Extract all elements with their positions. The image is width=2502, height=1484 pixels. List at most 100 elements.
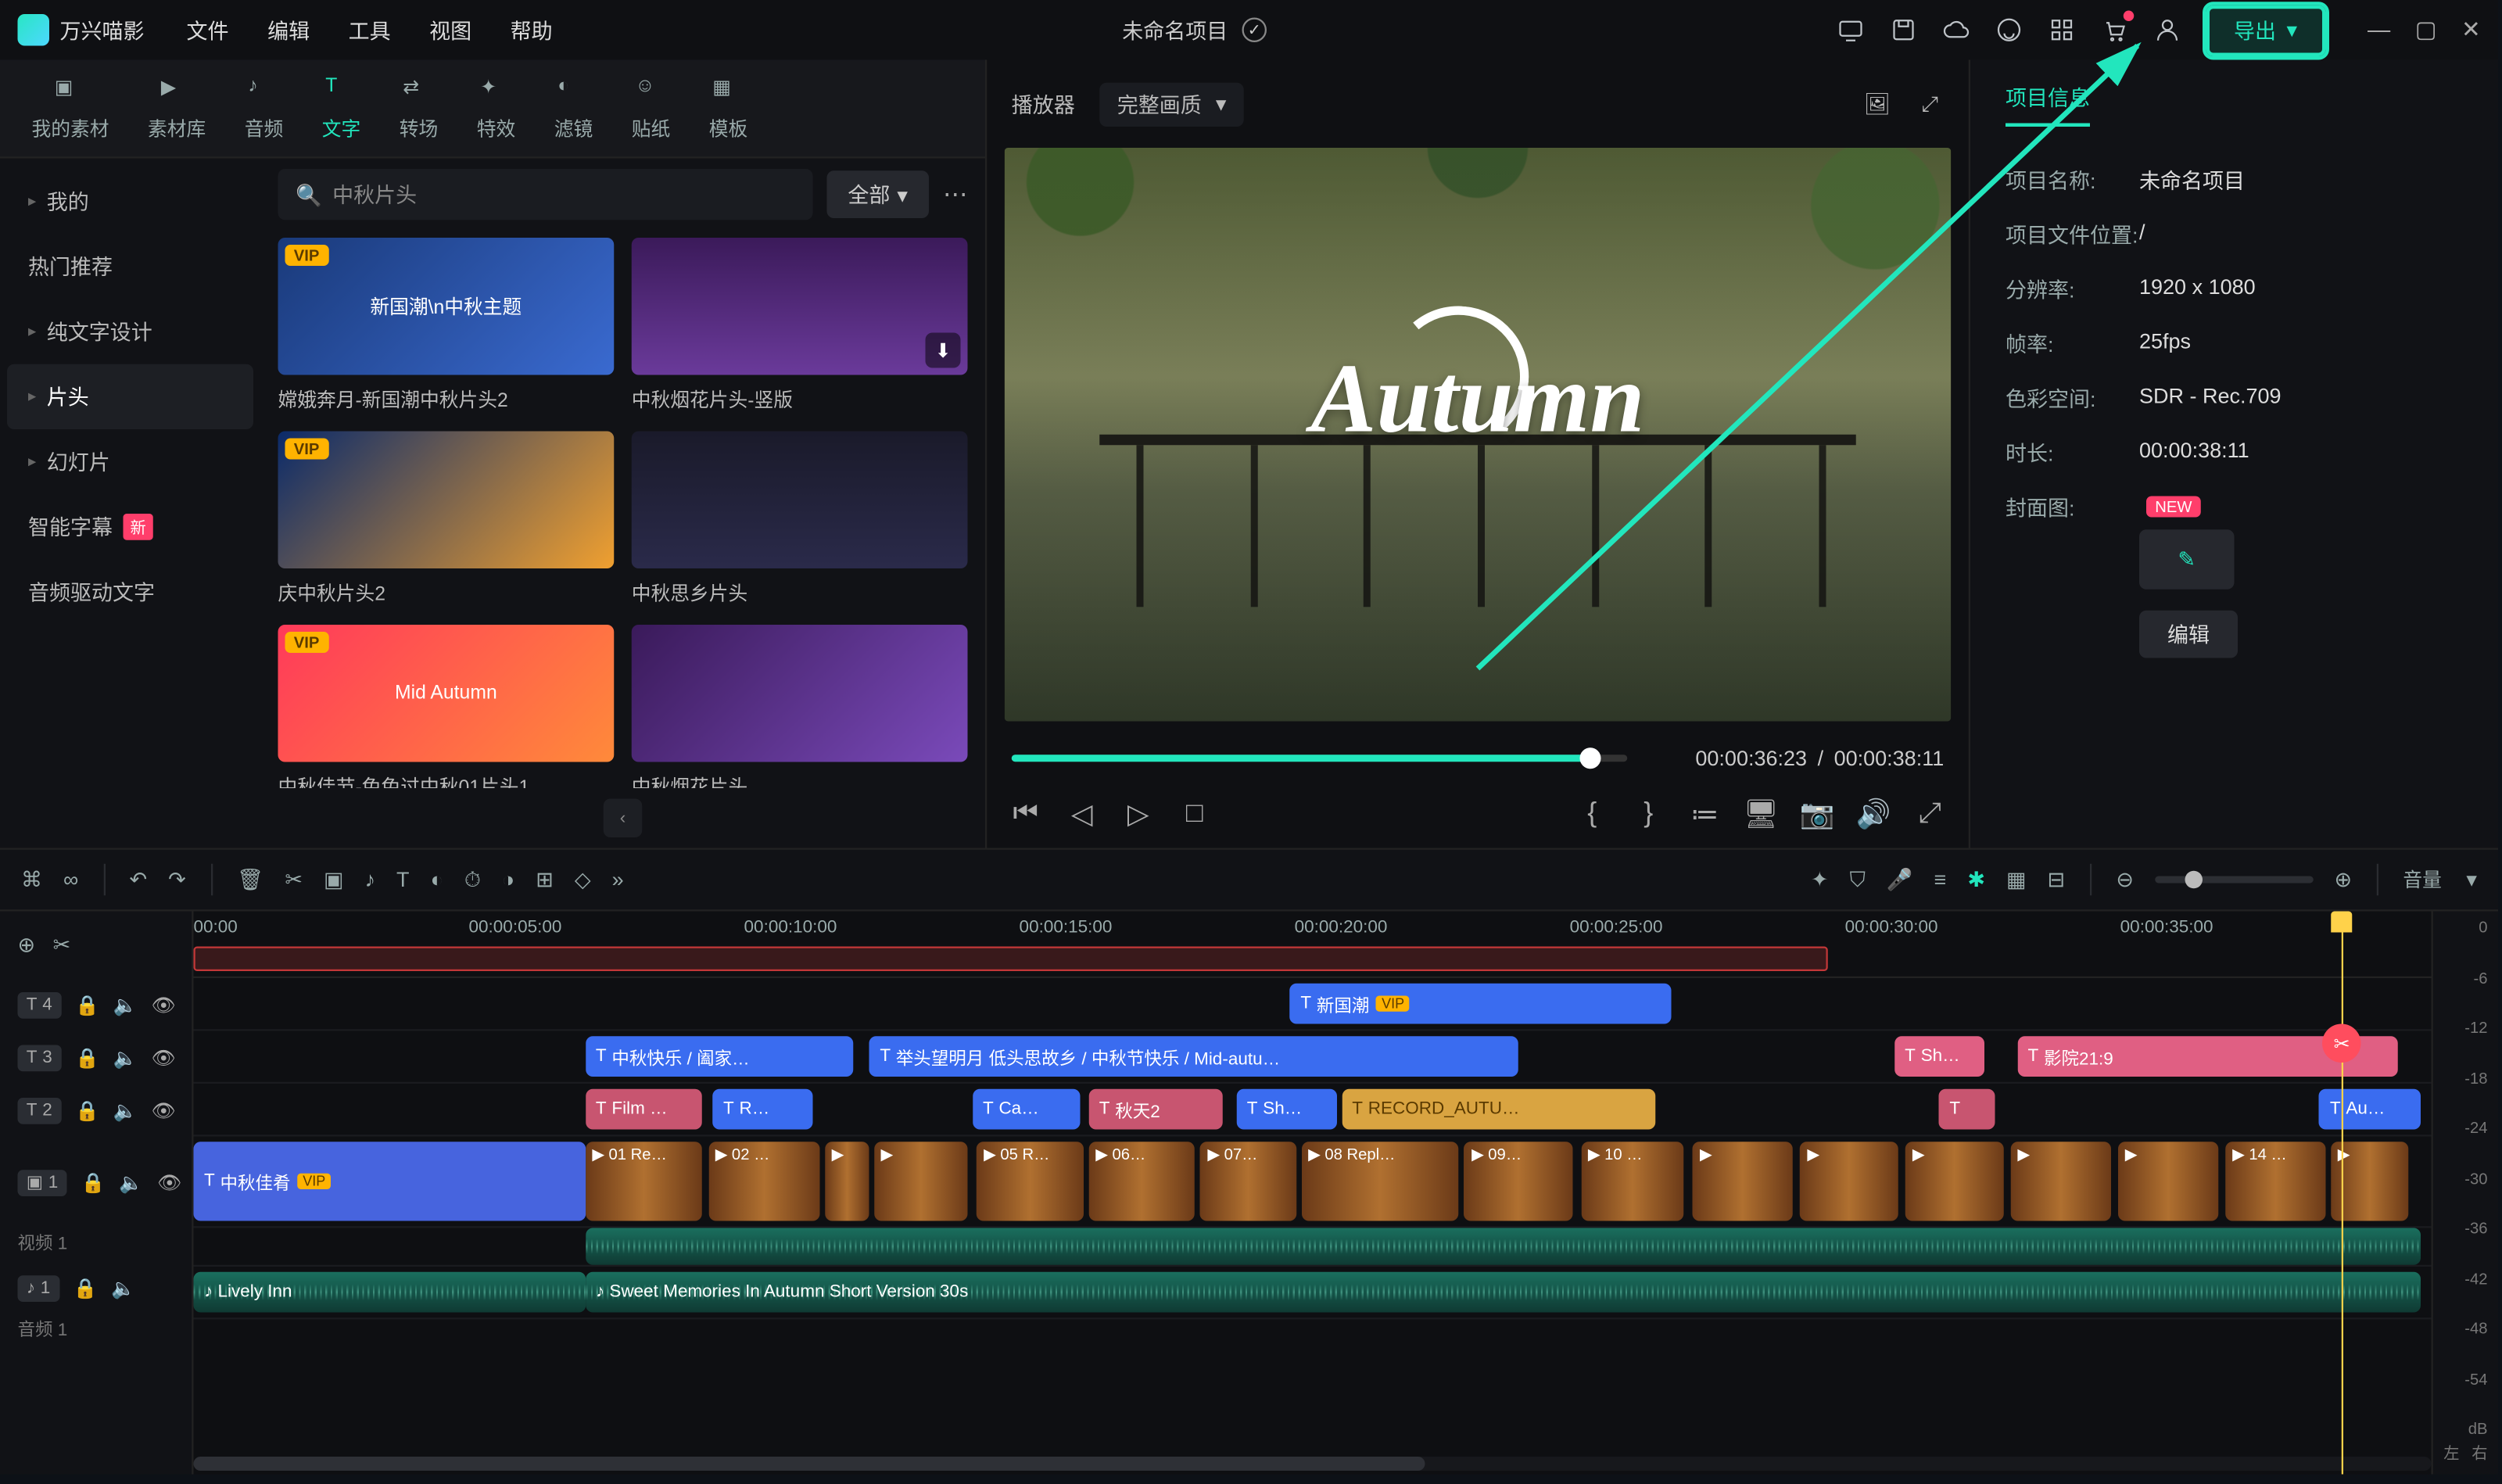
lock-icon[interactable]: 🔒 <box>75 993 99 1016</box>
step-back-icon[interactable]: ◁ <box>1068 801 1096 829</box>
color-icon[interactable]: ◑ <box>502 867 514 892</box>
camera-icon[interactable]: 📷 <box>1803 801 1831 829</box>
track-header-video1[interactable]: ▣ 1🔒🔈👁 <box>0 1137 192 1228</box>
video-clip[interactable]: ▶ 05 R… <box>977 1142 1084 1221</box>
tab-stock[interactable]: ▶素材库 <box>148 75 206 142</box>
asset-card[interactable]: VIP庆中秋片头2 <box>278 431 615 607</box>
video-clip[interactable]: ▶ <box>2118 1142 2219 1221</box>
lock-icon[interactable]: 🔒 <box>75 1046 99 1069</box>
mute-icon[interactable]: 🔈 <box>113 1046 138 1069</box>
crop-icon[interactable]: ▣ <box>324 867 344 892</box>
timeline-clip[interactable]: T新国潮VIP <box>1290 984 1671 1024</box>
menu-tools[interactable]: 工具 <box>349 15 391 45</box>
scrubber[interactable]: 00:00:36:23 / 00:00:38:11 <box>1012 736 1945 782</box>
cart-icon[interactable] <box>2100 16 2128 44</box>
asset-card[interactable]: VIPMid Autumn中秋佳节-兔兔过中秋01片头1 <box>278 625 615 789</box>
audio-edit-icon[interactable]: ♪ <box>364 867 375 892</box>
snapshot-icon[interactable]: 🖼 <box>1863 90 1891 118</box>
redo-icon[interactable]: ↷ <box>168 867 186 892</box>
video-clip[interactable]: ▶ <box>1905 1142 2004 1221</box>
zoom-slider[interactable] <box>2155 876 2314 884</box>
menu-file[interactable]: 文件 <box>187 15 229 45</box>
window-close[interactable]: ✕ <box>2461 16 2481 44</box>
video-clip[interactable]: ▶ 08 Repl… <box>1301 1142 1457 1221</box>
add-track-icon[interactable]: ⊕ <box>18 933 36 958</box>
brace-left-icon[interactable]: { <box>1578 801 1606 829</box>
sidebar-item-4[interactable]: ▸幻灯片 <box>7 429 253 494</box>
quality-dropdown[interactable]: 完整画质▾ <box>1099 82 1244 126</box>
lock-icon[interactable]: 🔒 <box>73 1276 98 1299</box>
video-clip[interactable]: ▶ 01 Re… <box>585 1142 701 1221</box>
brace-right-icon[interactable]: } <box>1634 801 1662 829</box>
video-clip[interactable]: ▶ <box>1693 1142 1794 1221</box>
adjust-icon[interactable]: ⊞ <box>536 867 554 892</box>
timeline-clip[interactable]: T举头望明月 低头思故乡 / 中秋节快乐 / Mid-autu… <box>869 1036 1518 1077</box>
eye-icon[interactable]: 👁 <box>152 1099 176 1121</box>
more-tools-icon[interactable]: » <box>612 867 624 892</box>
video-clip[interactable]: ▶ 10 … <box>1581 1142 1684 1221</box>
tab-transition[interactable]: ⇄转场 <box>400 75 439 142</box>
tab-audio[interactable]: ♪音频 <box>245 75 284 142</box>
video-clip[interactable]: ▶ <box>825 1142 869 1221</box>
project-title[interactable]: 未命名项目 <box>1122 15 1228 45</box>
timeline-clip[interactable]: T秋天2 <box>1088 1089 1223 1130</box>
menu-help[interactable]: 帮助 <box>511 15 553 45</box>
tab-sticker[interactable]: ☺贴纸 <box>632 75 671 142</box>
fullscreen-icon[interactable]: ⤢ <box>1916 801 1944 829</box>
selection-range[interactable] <box>194 947 1827 972</box>
timeline-clip[interactable]: TSh… <box>1236 1089 1337 1130</box>
undo-icon[interactable]: ↶ <box>130 867 148 892</box>
timeline-clip[interactable]: TCa… <box>972 1089 1079 1130</box>
video-clip[interactable]: ▶ <box>1800 1142 1898 1221</box>
sidebar-item-1[interactable]: 热门推荐 <box>7 234 253 299</box>
timeline-tracks[interactable]: 00:0000:00:05:0000:00:10:0000:00:15:0000… <box>194 912 2432 1475</box>
video-clip[interactable]: ▶ 07… <box>1200 1142 1296 1221</box>
layout-icon[interactable]: ▦ <box>2006 867 2027 892</box>
eye-icon[interactable]: 👁 <box>157 1170 181 1193</box>
timeline-clip[interactable]: TSh… <box>1894 1036 1984 1077</box>
mute-icon[interactable]: 🔈 <box>113 1099 138 1121</box>
magnet-icon[interactable]: ⌘ <box>21 867 42 892</box>
timeline-clip[interactable]: TAu… <box>2319 1089 2420 1130</box>
display-icon[interactable]: 🖥 <box>1747 801 1775 829</box>
mute-icon[interactable]: 🔈 <box>113 993 138 1016</box>
cut-icon[interactable]: ✂ <box>285 867 303 892</box>
preview-viewport[interactable]: Autumn <box>1005 148 1952 722</box>
stop-icon[interactable]: □ <box>1181 801 1209 829</box>
link-icon[interactable]: ∞ <box>63 867 78 892</box>
eye-icon[interactable]: 👁 <box>152 993 176 1016</box>
text-icon[interactable]: T <box>396 867 410 892</box>
shield-icon[interactable]: ⛉ <box>1850 866 1866 893</box>
chevron-down-icon[interactable]: ▾ <box>2466 867 2477 892</box>
play-icon[interactable]: ▷ <box>1124 801 1152 829</box>
video-clip[interactable]: ▶ 02 … <box>708 1142 820 1221</box>
lock-icon[interactable]: 🔒 <box>81 1170 106 1193</box>
grid-icon[interactable]: ⊟ <box>2048 867 2066 892</box>
cloud-icon[interactable] <box>1941 16 1970 44</box>
video-clip[interactable]: ▶ <box>874 1142 968 1221</box>
cover-thumbnail[interactable]: ✎ <box>2139 529 2235 590</box>
asset-card[interactable]: 中秋烟花片头 <box>632 625 968 789</box>
video-clip[interactable]: ▶ 06… <box>1088 1142 1194 1221</box>
window-minimize[interactable]: — <box>2368 16 2390 44</box>
delete-icon[interactable]: 🗑 <box>237 867 263 892</box>
sidebar-item-6[interactable]: 音频驱动文字 <box>7 560 253 625</box>
timeline-clip[interactable]: TFilm … <box>585 1089 701 1130</box>
asset-card[interactable]: ⬇中秋烟花片头-竖版 <box>632 238 968 414</box>
video-clip[interactable]: ▶ 14 … <box>2225 1142 2326 1221</box>
speed-icon[interactable]: ⏱ <box>464 866 481 893</box>
track-header-audio1[interactable]: ♪ 1🔒🔈 <box>0 1261 192 1314</box>
tab-filter[interactable]: ◐滤镜 <box>554 75 593 142</box>
window-maximize[interactable]: ▢ <box>2415 16 2437 44</box>
tab-project-info[interactable]: 项目信息 <box>2006 82 2090 126</box>
more-options[interactable]: ⋯ <box>943 180 968 210</box>
tab-template[interactable]: ▦模板 <box>709 75 748 142</box>
unlink-icon[interactable]: ✂ <box>53 933 71 958</box>
track-header-text2[interactable]: T 2🔒🔈👁 <box>0 1084 192 1137</box>
support-icon[interactable] <box>1995 16 2023 44</box>
timeline-scrollbar[interactable] <box>194 1457 2432 1471</box>
asset-card[interactable]: 中秋思乡片头 <box>632 431 968 607</box>
sidebar-item-0[interactable]: ▸我的 <box>7 169 253 234</box>
audio-clip[interactable]: ♪ Sweet Memories In Autumn Short Version… <box>585 1272 2420 1313</box>
timeline-clip[interactable]: TR… <box>712 1089 813 1130</box>
